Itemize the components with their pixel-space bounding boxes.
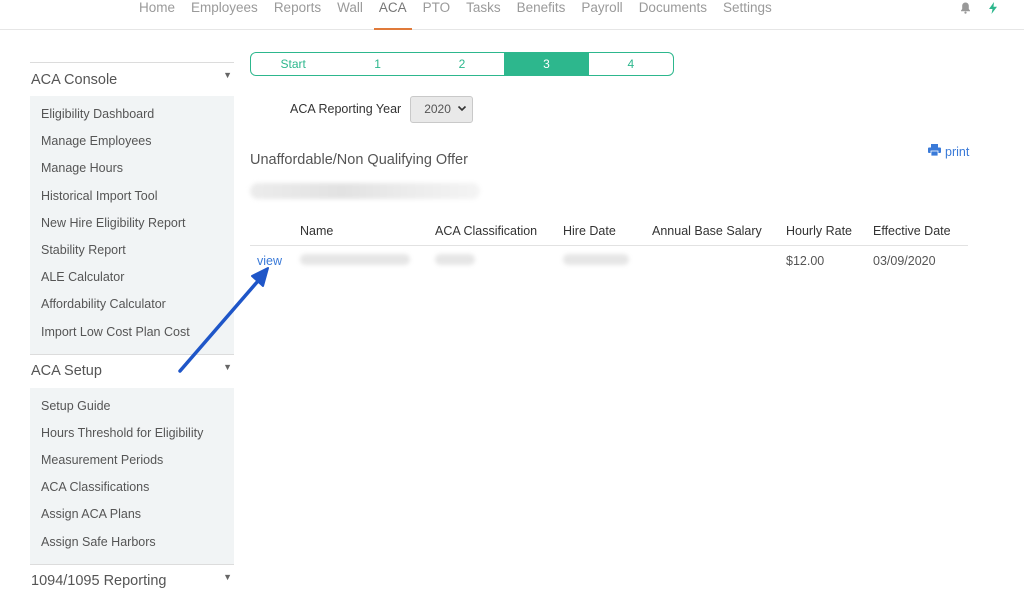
reporting-year-value: 2020 — [424, 102, 451, 116]
table-header-row: Name ACA Classification Hire Date Annual Ba… — [250, 218, 968, 246]
view-link[interactable]: view — [250, 254, 282, 268]
nav-benefits[interactable]: Benefits — [509, 0, 574, 30]
sidebar-section-title: 1094/1095 Reporting — [31, 573, 167, 590]
step-1[interactable]: 1 — [335, 53, 419, 75]
aca-sidebar: ACA Console ▼ Eligibility Dashboard Manage … — [30, 62, 234, 598]
caret-down-icon: ▼ — [223, 571, 232, 582]
sidebar-item-aca-classifications[interactable]: ACA Classifications — [30, 474, 234, 501]
sidebar-item-hours-threshold-for-eligibility[interactable]: Hours Threshold for Eligibility — [30, 420, 234, 447]
bolt-icon[interactable] — [986, 1, 1000, 15]
step-start[interactable]: Start — [251, 53, 335, 75]
nav-home[interactable]: Home — [131, 0, 183, 30]
printer-icon — [928, 144, 941, 159]
sidebar-item-manage-employees[interactable]: Manage Employees — [30, 128, 234, 155]
redacted-value — [300, 254, 410, 266]
nav-documents[interactable]: Documents — [631, 0, 715, 30]
nav-settings[interactable]: Settings — [715, 0, 780, 30]
column-header-action — [250, 218, 300, 246]
sidebar-section-aca-console[interactable]: ACA Console ▼ — [30, 62, 234, 96]
reporting-year-row: ACA Reporting Year 2020 — [290, 95, 474, 123]
aca-classification-cell — [435, 245, 563, 277]
nav-wall[interactable]: Wall — [329, 0, 371, 30]
column-header-hourly-rate: Hourly Rate — [786, 218, 873, 246]
nav-aca[interactable]: ACA — [371, 0, 415, 30]
caret-down-icon: ▼ — [223, 361, 232, 372]
sidebar-item-new-hire-eligibility-report[interactable]: New Hire Eligibility Report — [30, 210, 234, 237]
step-progress: Start 1 2 3 4 — [250, 52, 674, 76]
column-header-effective-date: Effective Date — [873, 218, 968, 246]
sidebar-section-title: ACA Console — [31, 71, 118, 88]
sidebar-item-manage-hours[interactable]: Manage Hours — [30, 155, 234, 182]
sidebar-item-assign-aca-plans[interactable]: Assign ACA Plans — [30, 501, 234, 528]
annual-base-salary-cell — [652, 245, 786, 277]
hourly-rate-cell: $12.00 — [786, 254, 825, 269]
nav-payroll[interactable]: Payroll — [573, 0, 630, 30]
top-navigation-bar: Home Employees Reports Wall ACA PTO Tasks Benef… — [0, 0, 1024, 30]
table-body: view $12.00 03/09/2020 — [250, 245, 968, 277]
nav-reports[interactable]: Reports — [266, 0, 329, 30]
redacted-value — [435, 254, 475, 266]
sidebar-item-eligibility-dashboard[interactable]: Eligibility Dashboard — [30, 101, 234, 128]
sidebar-item-measurement-periods[interactable]: Measurement Periods — [30, 447, 234, 474]
reporting-year-select[interactable]: 2020 — [410, 95, 474, 123]
name-cell — [300, 245, 435, 277]
redacted-value — [563, 254, 629, 266]
sidebar-item-assign-safe-harbors[interactable]: Assign Safe Harbors — [30, 529, 234, 556]
sidebar-item-import-low-cost-plan-cost[interactable]: Import Low Cost Plan Cost — [30, 319, 234, 346]
offer-table: Name ACA Classification Hire Date Annual Ba… — [250, 218, 968, 277]
print-button[interactable]: print — [928, 144, 969, 159]
reporting-year-label: ACA Reporting Year — [290, 102, 402, 116]
sidebar-item-ale-calculator[interactable]: ALE Calculator — [30, 264, 234, 291]
sidebar-item-affordability-calculator[interactable]: Affordability Calculator — [30, 291, 234, 318]
caret-down-icon: ▼ — [223, 70, 232, 80]
effective-date-cell: 03/09/2020 — [873, 254, 936, 269]
sidebar-section-items: Eligibility Dashboard Manage Employees Man… — [30, 96, 234, 354]
row-action-cell: view — [250, 245, 300, 277]
redacted-text — [250, 183, 480, 199]
sidebar-section-aca-setup[interactable]: ACA Setup ▼ — [30, 353, 234, 388]
nav-employees[interactable]: Employees — [183, 0, 266, 30]
report-title: Unaffordable/Non Qualifying Offer — [250, 152, 468, 168]
nav-pto[interactable]: PTO — [415, 0, 459, 30]
print-label: print — [945, 144, 970, 159]
sidebar-section-title: ACA Setup — [31, 363, 102, 380]
nav-tasks[interactable]: Tasks — [458, 0, 509, 30]
bell-icon[interactable] — [958, 1, 972, 15]
step-3[interactable]: 3 — [504, 53, 589, 75]
sidebar-section-1094-1095-reporting[interactable]: 1094/1095 Reporting ▼ — [30, 563, 234, 598]
column-header-name: Name — [300, 218, 435, 246]
table-row: view $12.00 03/09/2020 — [250, 245, 968, 277]
column-header-annual-base-salary: Annual Base Salary — [652, 218, 786, 246]
column-header-hire-date: Hire Date — [563, 218, 652, 246]
step-2[interactable]: 2 — [420, 53, 504, 75]
hire-date-cell — [563, 245, 652, 277]
chevron-down-icon — [457, 103, 467, 116]
top-icons — [958, 0, 1024, 16]
sidebar-item-setup-guide[interactable]: Setup Guide — [30, 393, 234, 420]
main-nav: Home Employees Reports Wall ACA PTO Tasks Benef… — [131, 0, 780, 30]
column-header-aca-classification: ACA Classification — [435, 218, 563, 246]
sidebar-item-stability-report[interactable]: Stability Report — [30, 237, 234, 264]
sidebar-section-items: Setup Guide Hours Threshold for Eligibili… — [30, 387, 234, 564]
step-4[interactable]: 4 — [589, 53, 673, 75]
sidebar-item-historical-import-tool[interactable]: Historical Import Tool — [30, 183, 234, 210]
